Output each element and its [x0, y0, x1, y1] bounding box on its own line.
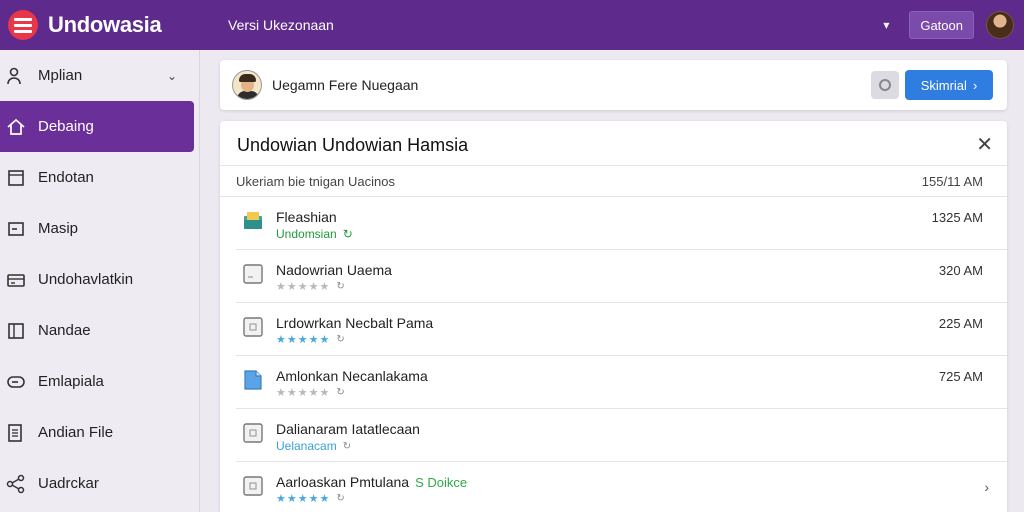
document-icon: [6, 168, 26, 188]
primary-button[interactable]: Skimrial ›: [905, 70, 993, 100]
row-status: Undomsian: [276, 227, 337, 241]
header-card: Uegamn Fere Nuegaan Skimrial ›: [220, 60, 1007, 110]
row-subtitle: ★★★★★ ↻: [276, 386, 345, 399]
list-item[interactable]: Fleashian Undomsian ↻ 1325 AM: [236, 198, 1007, 250]
row-title: Lrdowrkan Necbalt Pama: [276, 315, 434, 331]
sidebar-item-emlapiala[interactable]: Emlapiala: [0, 356, 199, 407]
top-action-button[interactable]: Gatoon: [909, 11, 974, 39]
chevron-down-icon[interactable]: ⌄: [167, 69, 177, 83]
circle-button[interactable]: [871, 71, 899, 99]
row-subtitle: ★★★★★ ↻: [276, 280, 345, 293]
subheader-time: 155/11 AM: [921, 173, 983, 189]
users-icon: [6, 66, 26, 86]
sidebar-item-masip[interactable]: Masip: [0, 203, 199, 254]
app-name: Undowasia: [48, 12, 162, 37]
sidebar-item-label: Emlapiala: [38, 373, 104, 390]
list-item[interactable]: Dalianaram Iatatlecaan Uelanacam ↻: [236, 410, 1007, 462]
sidebar-item-label: Andian File: [38, 424, 114, 441]
row-time: 320 AM: [938, 263, 983, 278]
rating-stars: ★★★★★: [276, 493, 331, 505]
home-icon: [6, 117, 26, 137]
chevron-right-icon[interactable]: ›: [984, 479, 989, 495]
sidebar-item-debaing[interactable]: Debaing: [0, 101, 194, 152]
sidebar-item-undohavlatkin[interactable]: Undohavlatkin: [0, 254, 199, 305]
row-subtitle: Uelanacam ↻: [276, 439, 351, 453]
row-time: 1325 AM: [931, 210, 983, 225]
app-logo[interactable]: Undowasia: [8, 10, 208, 40]
row-title: Nadowrian Uaema: [276, 262, 392, 278]
sync-icon: ↻: [336, 334, 345, 345]
minus-box-icon: [6, 219, 26, 239]
toggle-icon: [6, 372, 26, 392]
row-time: 725 AM: [938, 369, 983, 384]
sidebar-item-andian-file[interactable]: Andian File: [0, 407, 199, 458]
sidebar-item-mplian[interactable]: Mplian ⌄: [0, 50, 199, 101]
chevron-right-icon: ›: [972, 77, 978, 93]
row-title: Aarloaskan Pmtulana S Doikce: [276, 474, 467, 490]
row-title: Amlonkan Necanlakama: [276, 368, 428, 384]
sync-icon: ↻: [336, 387, 345, 398]
sidebar-item-label: Mplian: [38, 67, 83, 84]
sidebar: Mplian ⌄ Debaing Endotan Masip Undohavla…: [0, 50, 200, 512]
rating-stars: ★★★★★: [276, 334, 331, 346]
list-subheader: Ukeriam bie tnigan Uacinos 155/11 AM: [220, 165, 1007, 197]
list-item[interactable]: Nadowrian Uaema ★★★★★ ↻ 320 AM: [236, 251, 1007, 303]
panel-title: Undowian Undowian Hamsia: [237, 135, 469, 155]
sidebar-item-nandae[interactable]: Nandae: [0, 305, 199, 356]
circle-icon: [879, 79, 891, 91]
close-icon[interactable]: ✕: [976, 132, 993, 157]
file-list-icon: [6, 423, 26, 443]
header-text: Uegamn Fere Nuegaan: [272, 77, 419, 93]
sync-icon: ↻: [342, 440, 352, 452]
sidebar-item-label: Nandae: [38, 322, 91, 339]
list-item[interactable]: Lrdowrkan Necbalt Pama ★★★★★ ↻ 225 AM: [236, 304, 1007, 356]
list-item[interactable]: Amlonkan Necanlakama ★★★★★ ↻ 725 AM: [236, 357, 1007, 409]
sidebar-item-endotan[interactable]: Endotan: [0, 152, 199, 203]
document-icon: [242, 475, 264, 497]
avatar[interactable]: [232, 70, 262, 100]
sidebar-item-label: Masip: [38, 220, 79, 237]
sidebar-item-label: Uadrckar: [38, 475, 99, 492]
sidebar-item-label: Undohavlatkin: [38, 271, 134, 288]
logo-icon: [8, 10, 38, 40]
row-title: Dalianaram Iatatlecaan: [276, 421, 420, 437]
book-icon: [6, 321, 26, 341]
rating-stars: ★★★★★: [276, 281, 331, 293]
sidebar-item-label: Endotan: [38, 169, 94, 186]
row-status: Uelanacam: [276, 439, 337, 453]
card-icon: [6, 270, 26, 290]
user-avatar[interactable]: [986, 11, 1014, 39]
sidebar-item-uadrckar[interactable]: Uadrckar: [0, 458, 199, 509]
document-icon: [242, 263, 264, 285]
share-icon: [6, 474, 26, 494]
row-time: 225 AM: [938, 316, 983, 331]
rating-stars: ★★★★★: [276, 387, 331, 399]
sync-icon: ↻: [342, 227, 353, 241]
sync-icon: ↻: [336, 493, 345, 504]
folder-icon: [242, 210, 264, 232]
top-bar: Undowasia Versi Ukezonaan ▾ Gatoon: [0, 0, 1024, 50]
main-panel: Undowian Undowian Hamsia ✕ Ukeriam bie t…: [220, 121, 1007, 512]
primary-button-label: Skimrial: [920, 77, 967, 93]
row-subtitle: Undomsian ↻: [276, 227, 353, 241]
subheader-label: Ukeriam bie tnigan Uacinos: [236, 173, 395, 189]
row-subtitle: ★★★★★ ↻: [276, 492, 345, 505]
chevron-down-icon[interactable]: ▾: [883, 18, 889, 32]
row-tag: S Doikce: [415, 475, 468, 490]
document-icon: [242, 422, 264, 444]
document-icon: [242, 316, 264, 338]
row-title: Fleashian: [276, 209, 337, 225]
row-subtitle: ★★★★★ ↻: [276, 333, 345, 346]
list-item[interactable]: Aarloaskan Pmtulana S Doikce ★★★★★ ↻ ›: [236, 463, 1007, 512]
sync-icon: ↻: [336, 281, 345, 292]
row-title-text: Aarloaskan Pmtulana: [276, 474, 410, 490]
version-label: Versi Ukezonaan: [228, 17, 334, 33]
sidebar-item-label: Debaing: [38, 118, 94, 135]
blue-file-icon: [242, 369, 264, 391]
